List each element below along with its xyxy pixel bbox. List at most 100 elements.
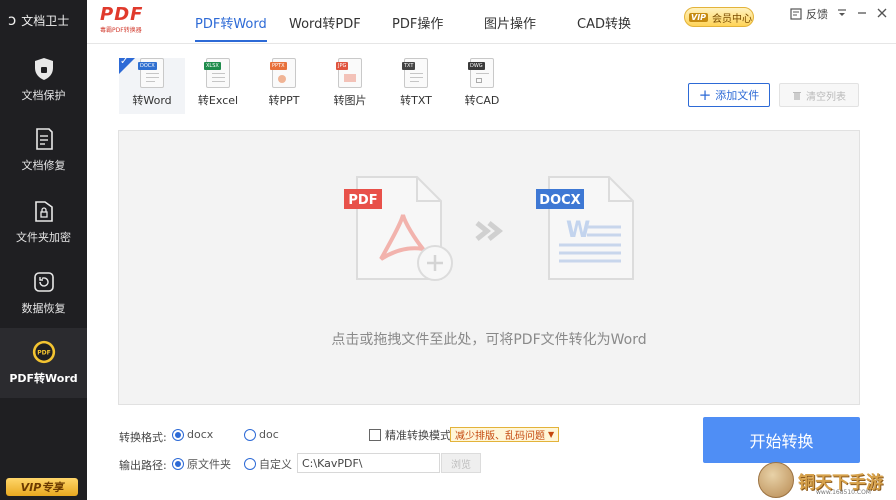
start-convert-button[interactable]: 开始转换 xyxy=(703,417,860,463)
pdf-badge-icon: PDF xyxy=(32,340,56,364)
radio-selected-icon xyxy=(172,458,184,470)
folder-lock-icon xyxy=(32,199,56,223)
coin-logo-icon xyxy=(758,462,794,498)
pdf-file-icon: PDF xyxy=(344,176,453,281)
watermark-url: www.168510.COM xyxy=(816,489,871,496)
file-type-tag: DOCX xyxy=(138,62,157,70)
precise-tip-label: 减少排版、乱码问题 xyxy=(455,431,545,442)
add-file-button[interactable]: + 添加文件 xyxy=(688,83,770,107)
brand-logo: PDF 毒霸PDF转换器 xyxy=(100,4,160,35)
precise-tip-dropdown[interactable]: 减少排版、乱码问题 ▼ xyxy=(450,427,560,442)
file-type-tag: TXT xyxy=(402,62,416,70)
sidebar-item-pdf-to-word[interactable]: PDF PDF转Word xyxy=(0,328,87,398)
format-tab-ppt[interactable]: PPTX 转PPT xyxy=(251,58,317,114)
chevron-right-icon xyxy=(475,221,504,241)
docx-file-icon: DOCX xyxy=(138,58,164,88)
sidebar-item-document-repair[interactable]: 文档修复 xyxy=(0,115,87,185)
sidebar-item-label: PDF转Word xyxy=(9,372,78,385)
xlsx-file-icon: XLSX xyxy=(204,58,230,88)
tab-pdf-to-word[interactable]: PDF转Word xyxy=(195,0,267,44)
radio-label: 自定义 xyxy=(259,458,292,471)
plus-icon: + xyxy=(698,86,712,104)
radio-label: doc xyxy=(259,428,279,441)
check-icon: ✓ xyxy=(120,56,129,67)
checkbox-box xyxy=(369,429,381,441)
sidebar-item-document-protect[interactable]: 文档保护 xyxy=(0,45,87,115)
jpg-file-icon: JPG xyxy=(336,58,362,88)
add-file-label: 添加文件 xyxy=(715,89,760,102)
clear-list-label: 清空列表 xyxy=(806,91,846,103)
output-radio-custom[interactable]: 自定义 xyxy=(244,456,292,472)
tab-pdf-operations[interactable]: PDF操作 xyxy=(392,0,443,44)
sidebar: ↄ 文档卫士 文档保护 文档修复 文件夹加密 数据恢复 PDF PDF转Word… xyxy=(0,0,87,500)
app-title-bar: ↄ 文档卫士 xyxy=(0,0,87,40)
output-path-field[interactable] xyxy=(297,453,440,473)
feedback-icon xyxy=(790,8,802,20)
file-type-tag: JPG xyxy=(336,62,349,70)
tab-cad-convert[interactable]: CAD转换 xyxy=(577,0,631,44)
format-tab-word[interactable]: ✓ DOCX 转Word xyxy=(119,56,185,114)
svg-text:PDF: PDF xyxy=(37,350,50,357)
convert-format-label: 转换格式: xyxy=(119,431,167,444)
feedback-button[interactable]: 反馈 xyxy=(790,6,828,22)
feedback-label: 反馈 xyxy=(806,8,828,21)
menu-dropdown-icon[interactable] xyxy=(834,4,850,22)
tab-image-operations[interactable]: 图片操作 xyxy=(484,0,536,44)
format-tab-excel[interactable]: XLSX 转Excel xyxy=(185,58,251,114)
shield-icon xyxy=(32,57,56,81)
vip-exclusive-badge[interactable]: VIP专享 xyxy=(6,478,78,496)
sidebar-item-label: 数据恢复 xyxy=(21,302,66,315)
format-radio-docx[interactable]: docx xyxy=(172,428,213,441)
pptx-file-icon: PPTX xyxy=(270,58,296,88)
sidebar-item-folder-encrypt[interactable]: 文件夹加密 xyxy=(0,187,87,257)
vip-center-label: 会员中心 xyxy=(712,13,753,25)
format-tab-txt[interactable]: TXT 转TXT xyxy=(383,58,449,114)
pdf-to-docx-illustration: PDF DOCX W xyxy=(344,176,634,281)
docx-file-illustration: DOCX W xyxy=(536,176,634,280)
file-type-tag: PPTX xyxy=(270,62,287,70)
format-label: 转Word xyxy=(132,94,172,107)
minimize-icon[interactable] xyxy=(854,4,870,22)
output-radio-source-folder[interactable]: 原文件夹 xyxy=(172,456,231,472)
brand-subtitle: 毒霸PDF转换器 xyxy=(100,27,142,34)
source-tag: PDF xyxy=(348,193,377,208)
site-watermark: 铜天下手游 www.168510.COM xyxy=(758,460,896,500)
format-radio-doc[interactable]: doc xyxy=(244,428,279,441)
format-label: 转Excel xyxy=(197,94,239,107)
radio-label: 原文件夹 xyxy=(187,458,231,471)
chevron-down-icon: ▼ xyxy=(548,430,555,439)
document-repair-icon xyxy=(32,127,56,151)
top-bar: PDF 毒霸PDF转换器 PDF转Word Word转PDF PDF操作 图片操… xyxy=(87,0,896,44)
close-icon[interactable] xyxy=(874,4,890,22)
browse-button[interactable]: 浏览 xyxy=(441,453,481,473)
format-label: 转TXT xyxy=(400,94,432,107)
radio-empty-icon xyxy=(244,428,256,441)
radio-selected-icon xyxy=(172,428,184,441)
format-tab-image[interactable]: JPG 转图片 xyxy=(317,58,383,114)
vip-center-button[interactable]: VIP 会员中心 xyxy=(684,7,754,27)
target-tag: DOCX xyxy=(539,193,580,208)
radio-empty-icon xyxy=(244,458,256,470)
format-label: 转CAD xyxy=(464,94,500,107)
restore-icon xyxy=(32,270,56,294)
sidebar-item-label: 文档保护 xyxy=(21,89,66,102)
radio-label: docx xyxy=(187,428,214,441)
drop-hint-text: 点击或拖拽文件至此处，可将PDF文件转化为Word xyxy=(331,332,647,348)
file-type-tag: DWG xyxy=(468,62,485,70)
dwg-file-icon: DWG xyxy=(468,58,494,88)
format-label: 转图片 xyxy=(333,94,367,107)
format-label: 转PPT xyxy=(268,94,300,107)
vip-crown-icon: VIP xyxy=(689,12,709,22)
output-path-label: 输出路径: xyxy=(119,459,167,472)
format-tab-cad[interactable]: DWG 转CAD xyxy=(449,58,515,114)
tab-word-to-pdf[interactable]: Word转PDF xyxy=(289,0,361,44)
clear-list-button[interactable]: 清空列表 xyxy=(779,83,859,107)
precise-mode-checkbox[interactable]: 精准转换模式 xyxy=(369,427,451,443)
file-drop-zone[interactable]: PDF DOCX W 点击或拖拽文件至此处，可将PDF文件转化为Word xyxy=(118,130,860,405)
brand-name: PDF xyxy=(100,4,144,25)
app-logo-icon: ↄ xyxy=(8,11,17,29)
sidebar-item-data-recovery[interactable]: 数据恢复 xyxy=(0,258,87,328)
svg-text:W: W xyxy=(566,218,590,243)
sidebar-item-label: 文件夹加密 xyxy=(16,231,71,244)
txt-file-icon: TXT xyxy=(402,58,428,88)
